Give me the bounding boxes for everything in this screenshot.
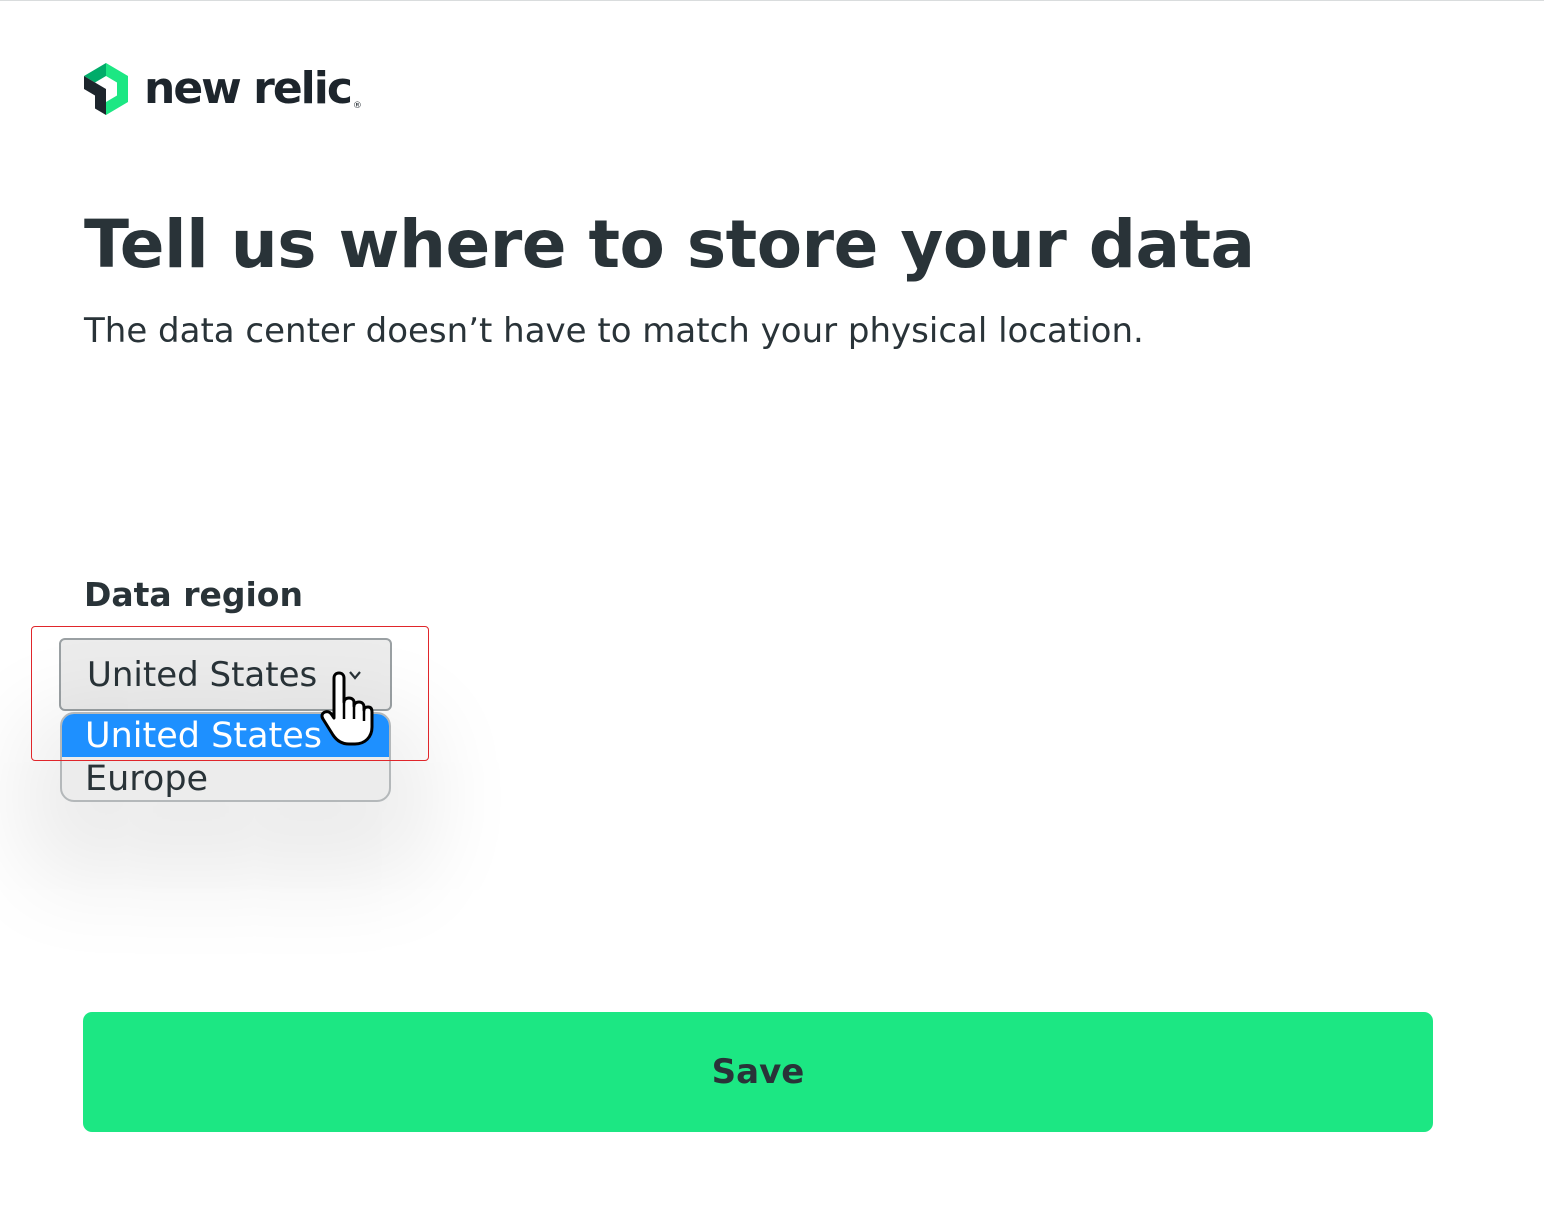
- brand-name: new relic: [144, 63, 353, 114]
- new-relic-logo-icon: [84, 63, 128, 115]
- dropdown-option-europe[interactable]: Europe: [62, 757, 389, 800]
- registered-mark: ®: [352, 101, 362, 111]
- save-button[interactable]: Save: [83, 1012, 1433, 1132]
- data-region-selected-value: United States: [87, 654, 318, 695]
- brand-logo[interactable]: new relic ®: [82, 61, 362, 117]
- data-region-label: Data region: [84, 575, 303, 614]
- page-subtitle: The data center doesn’t have to match yo…: [84, 311, 1144, 351]
- page: new relic ® Tell us where to store your …: [0, 0, 1544, 1229]
- page-title: Tell us where to store your data: [84, 206, 1255, 283]
- hand-pointer-cursor-icon: [320, 671, 374, 746]
